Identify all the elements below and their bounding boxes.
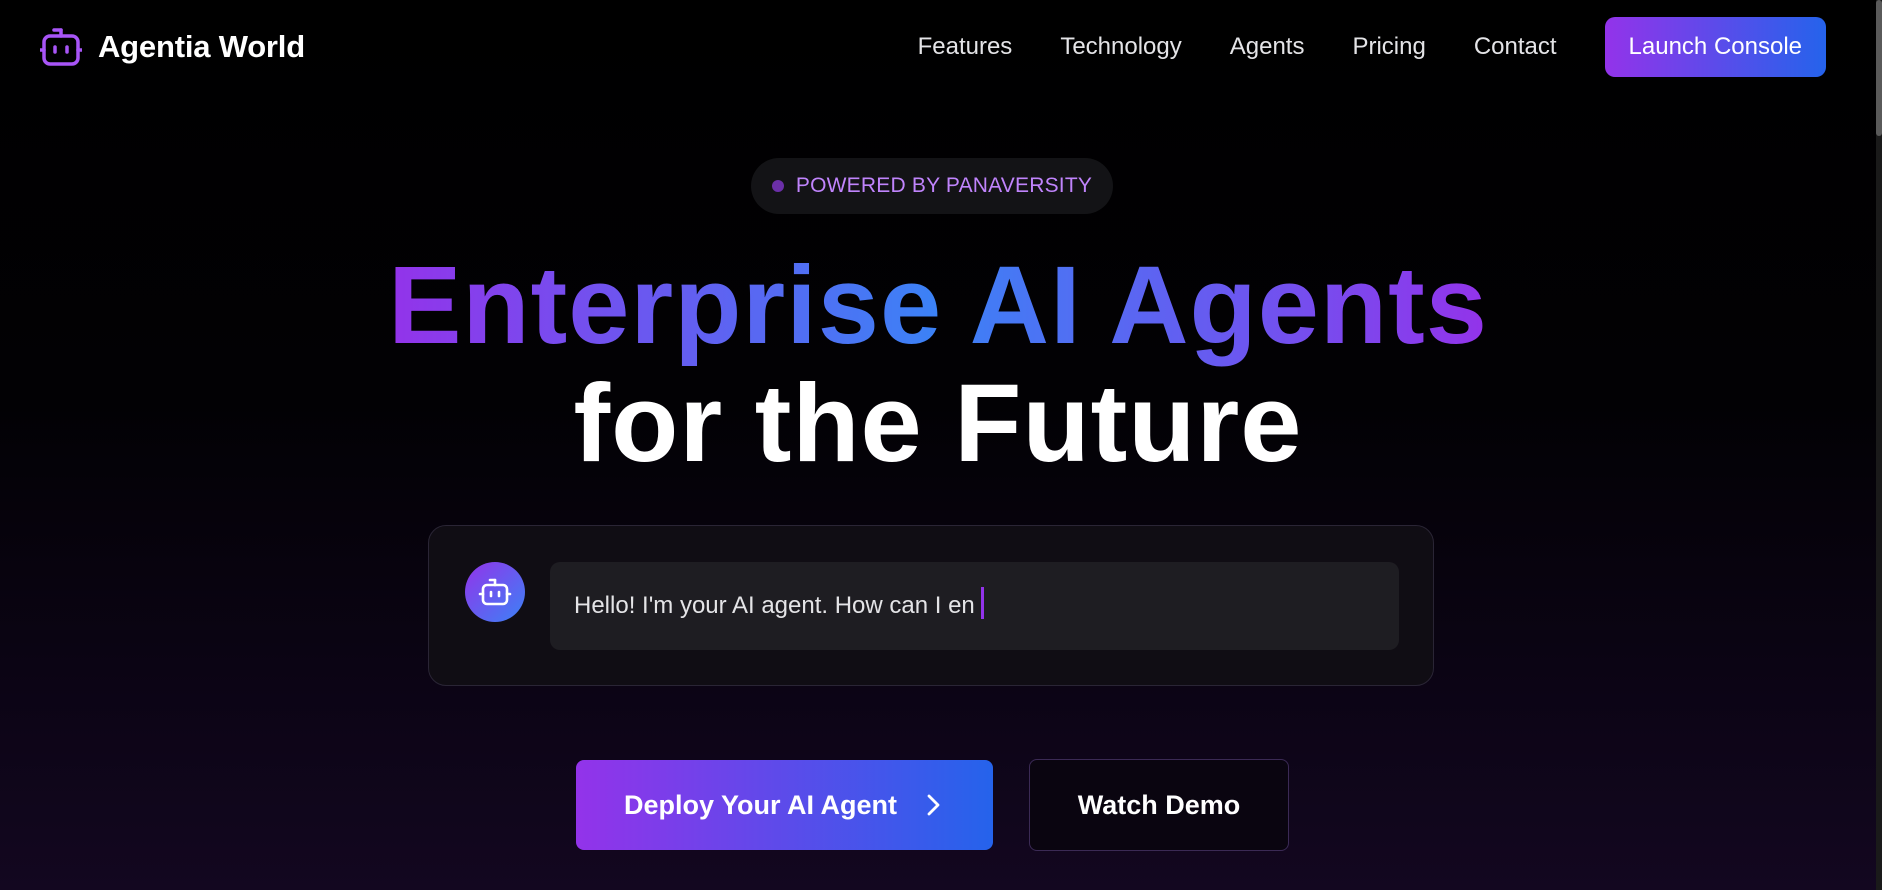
agent-message-bubble: Hello! I'm your AI agent. How can I en [550,562,1399,650]
top-navbar: Agentia World Features Technology Agents… [0,0,1876,94]
nav-link-agents[interactable]: Agents [1230,33,1305,61]
hero-headline-line-1: Enterprise AI Agents [0,244,1876,368]
nav-link-features[interactable]: Features [918,33,1013,61]
watch-demo-label: Watch Demo [1077,789,1241,820]
chevron-right-icon [927,794,940,816]
brand-name: Agentia World [98,29,305,64]
deploy-agent-button[interactable]: Deploy Your AI Agent [576,760,993,850]
nav-link-contact[interactable]: Contact [1474,33,1557,61]
badge-dot [771,180,784,192]
hero-headline-gradient-text: Enterprise AI Agents [388,244,1488,367]
typing-caret [980,587,984,619]
page-scrollbar[interactable] [1876,0,1882,890]
nav-links: Features Technology Agents Pricing Conta… [918,16,1876,78]
launch-console-button[interactable]: Launch Console [1604,17,1826,77]
hero-headline-line-2: for the Future [573,362,1303,485]
brand-logo-link[interactable]: Agentia World [40,26,305,68]
nav-link-pricing[interactable]: Pricing [1352,33,1425,61]
robot-icon [478,578,512,606]
landing-page: Agentia World Features Technology Agents… [0,0,1876,890]
deploy-agent-label: Deploy Your AI Agent [623,789,898,820]
nav-link-technology[interactable]: Technology [1060,33,1181,61]
powered-by-badge: POWERED BY PANAVERSITY [751,158,1113,214]
agent-message-text: Hello! I'm your AI agent. How can I en [574,592,975,619]
agent-chat-card: Hello! I'm your AI agent. How can I en [428,525,1434,686]
agent-avatar [465,562,525,622]
scrollbar-thumb[interactable] [1876,0,1882,136]
badge-text: POWERED BY PANAVERSITY [795,174,1093,197]
watch-demo-button[interactable]: Watch Demo [1029,759,1289,851]
robot-icon [40,28,82,66]
